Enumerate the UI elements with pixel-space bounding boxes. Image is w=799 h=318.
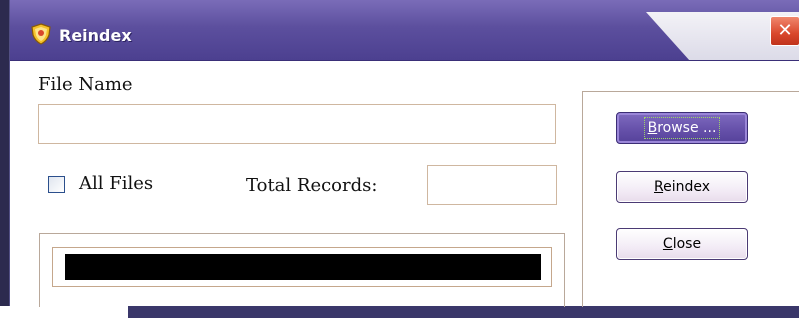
background-app-edge <box>0 0 9 318</box>
reindex-dialog: Reindex ✕ File Name All Files Total Reco… <box>9 0 799 307</box>
shield-icon <box>31 23 51 45</box>
close-button[interactable]: Close <box>616 228 748 260</box>
all-files-label: All Files <box>79 173 154 194</box>
total-records-label: Total Records: <box>246 175 378 196</box>
close-icon[interactable]: ✕ <box>770 16 799 46</box>
progress-bar <box>52 247 552 287</box>
total-records-field[interactable] <box>427 165 557 205</box>
file-name-field[interactable] <box>38 104 556 144</box>
title-bar[interactable]: Reindex ✕ <box>10 0 799 61</box>
progress-bar-fill <box>65 254 541 280</box>
background-app-bottom-dark <box>128 306 799 318</box>
all-files-checkbox[interactable] <box>48 176 65 193</box>
file-name-label: File Name <box>38 74 133 95</box>
browse-button[interactable]: Browse ... <box>616 112 748 144</box>
reindex-button[interactable]: Reindex <box>616 171 748 203</box>
window-title: Reindex <box>59 26 132 45</box>
